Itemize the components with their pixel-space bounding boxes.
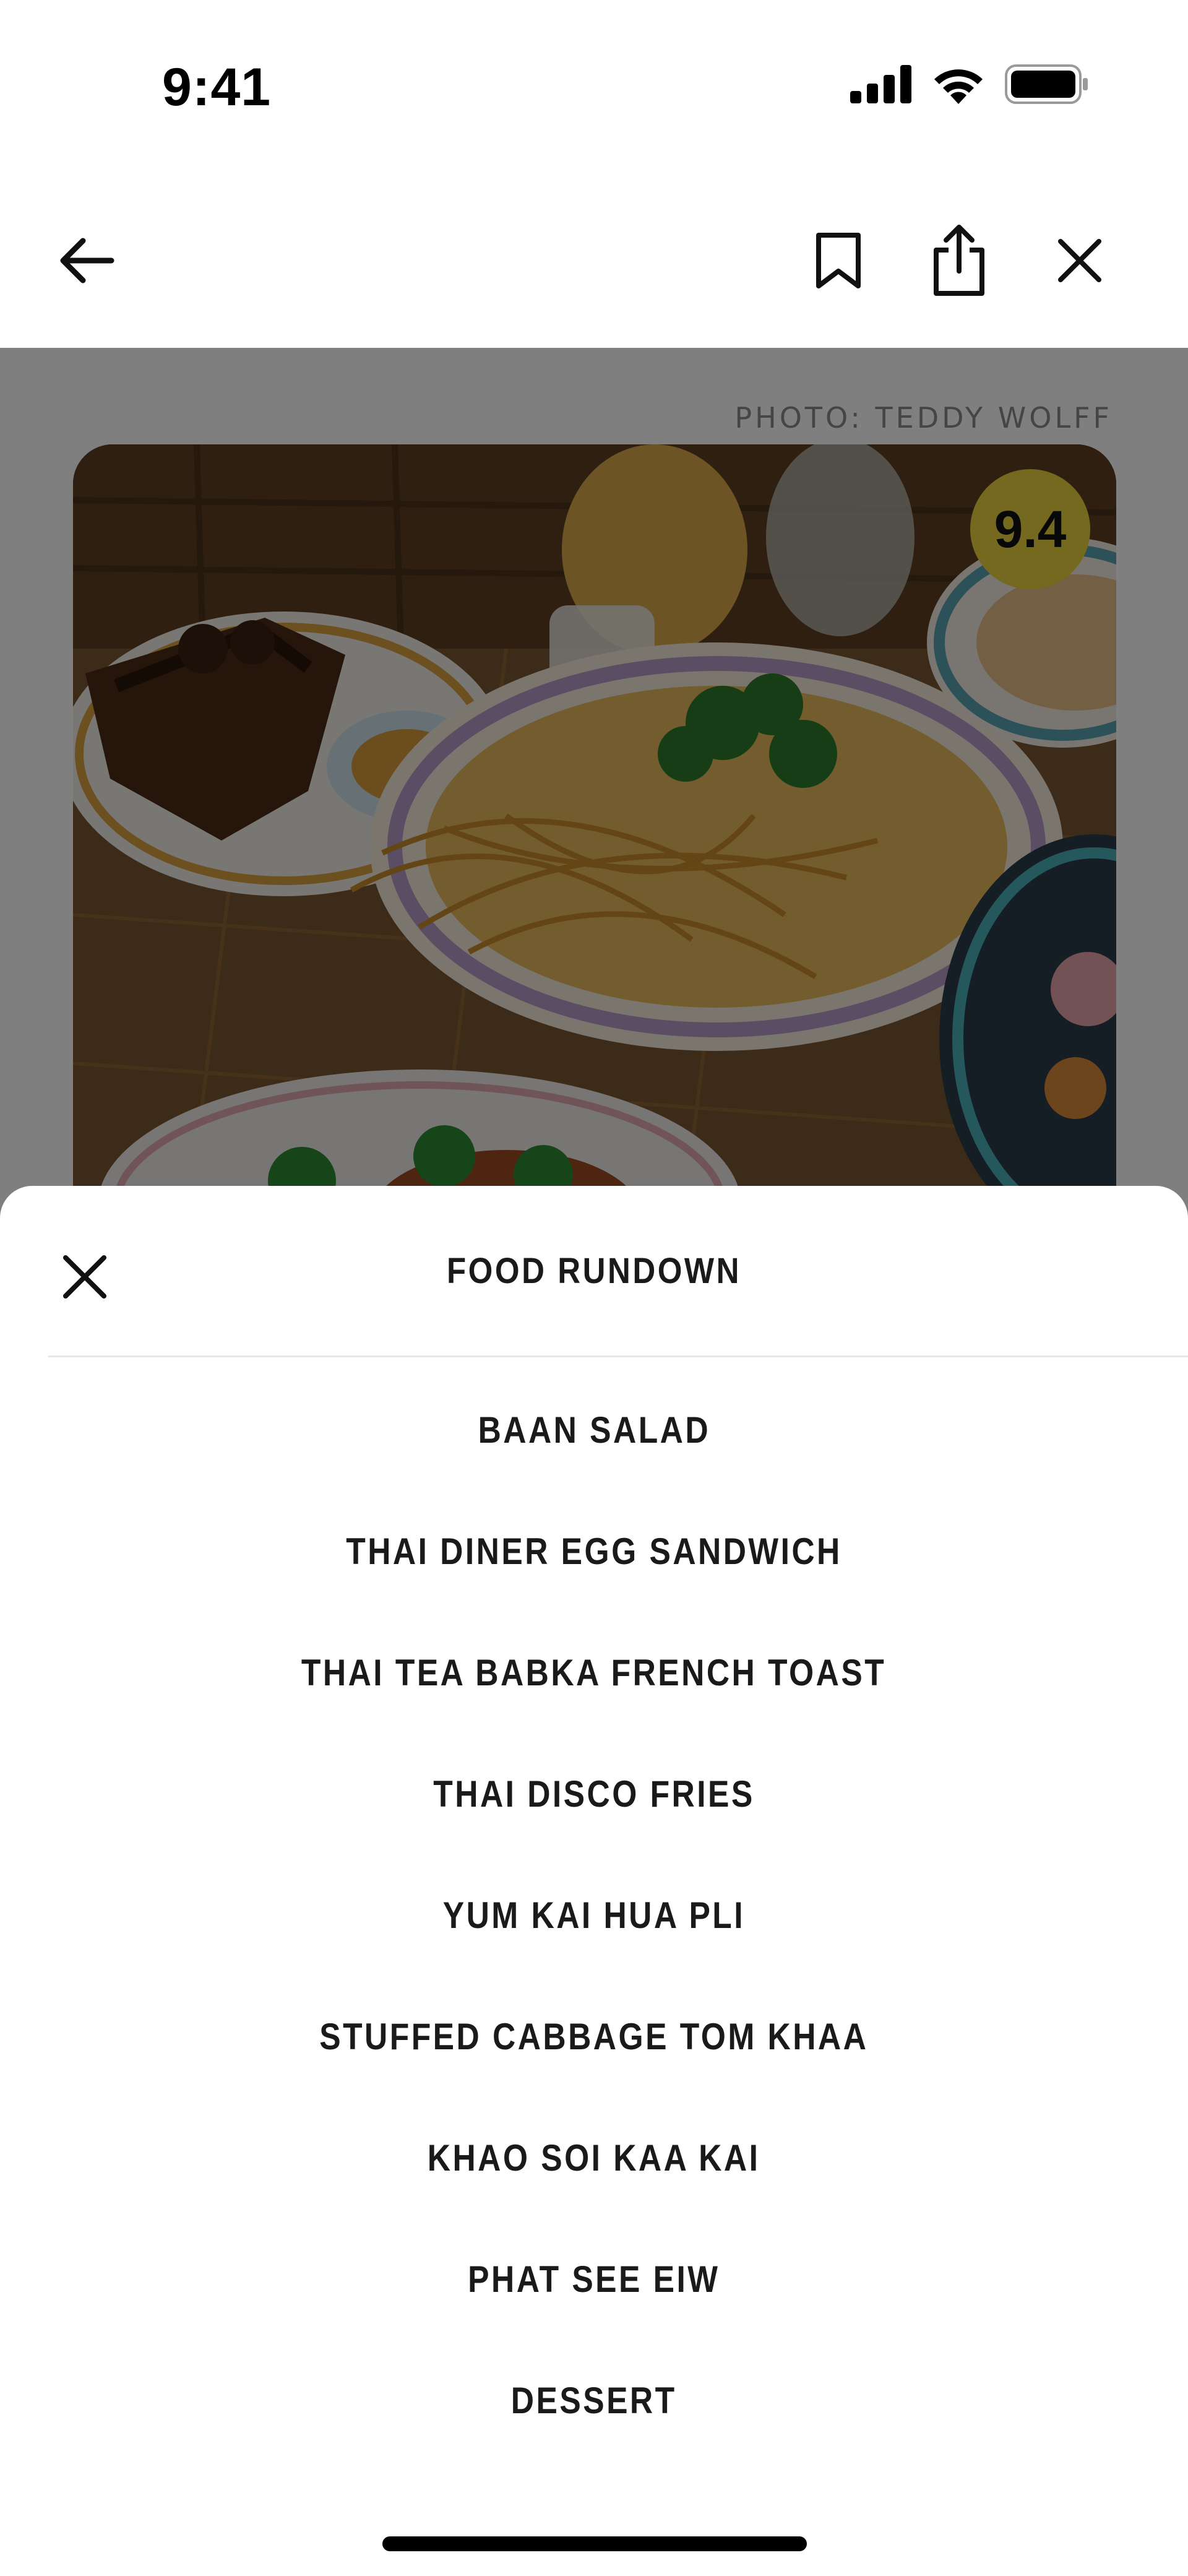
- close-button[interactable]: [1040, 173, 1120, 348]
- battery-icon: [1005, 64, 1089, 107]
- rundown-item-label: THAI DINER EGG SANDWICH: [346, 1530, 842, 1572]
- bookmark-button[interactable]: [798, 173, 879, 348]
- divider: [48, 1355, 1188, 1357]
- rundown-item-thai-diner-egg-sandwich[interactable]: THAI DINER EGG SANDWICH: [0, 1490, 1188, 1612]
- rundown-item-label: KHAO SOI KAA KAI: [428, 2137, 760, 2179]
- rundown-item-baan-salad[interactable]: BAAN SALAD: [0, 1369, 1188, 1490]
- rundown-item-khao-soi-kaa-kai[interactable]: KHAO SOI KAA KAI: [0, 2097, 1188, 2218]
- rundown-item-yum-kai-hua-pli[interactable]: YUM KAI HUA PLI: [0, 1854, 1188, 1976]
- top-nav-bar: [0, 173, 1188, 348]
- close-icon: [1058, 239, 1101, 282]
- share-button[interactable]: [916, 173, 1002, 348]
- sheet-header: FOOD RUNDOWN: [0, 1186, 1188, 1355]
- sheet-title: FOOD RUNDOWN: [446, 1251, 742, 1291]
- wifi-icon: [931, 64, 986, 107]
- rundown-item-stuffed-cabbage-tom-khaa[interactable]: STUFFED CABBAGE TOM KHAA: [0, 1976, 1188, 2097]
- arrow-left-icon: [60, 238, 114, 283]
- bookmark-icon: [816, 233, 861, 288]
- rundown-item-label: BAAN SALAD: [478, 1409, 710, 1451]
- status-bar: 9:41: [0, 0, 1188, 173]
- rundown-item-thai-disco-fries[interactable]: THAI DISCO FRIES: [0, 1733, 1188, 1854]
- rundown-item-label: DESSERT: [511, 2379, 677, 2421]
- cellular-signal-icon: [850, 65, 912, 106]
- share-icon: [934, 225, 984, 296]
- rundown-item-label: PHAT SEE EIW: [468, 2258, 720, 2300]
- rundown-item-label: THAI TEA BABKA FRENCH TOAST: [301, 1651, 887, 1693]
- rundown-item-dessert[interactable]: DESSERT: [0, 2340, 1188, 2461]
- status-icons: [850, 64, 1089, 107]
- back-button[interactable]: [43, 173, 130, 348]
- rundown-list: BAAN SALAD THAI DINER EGG SANDWICH THAI …: [0, 1369, 1188, 2461]
- food-rundown-sheet: FOOD RUNDOWN BAAN SALAD THAI DINER EGG S…: [0, 1186, 1188, 2576]
- modal-dim-overlay[interactable]: [0, 348, 1188, 1239]
- rundown-item-label: THAI DISCO FRIES: [433, 1773, 755, 1815]
- rundown-item-thai-tea-babka-french-toast[interactable]: THAI TEA BABKA FRENCH TOAST: [0, 1612, 1188, 1733]
- status-time: 9:41: [162, 58, 272, 117]
- rundown-item-phat-see-eiw[interactable]: PHAT SEE EIW: [0, 2218, 1188, 2340]
- home-indicator[interactable]: [382, 2536, 807, 2551]
- rundown-item-label: STUFFED CABBAGE TOM KHAA: [319, 2015, 869, 2057]
- rundown-item-label: YUM KAI HUA PLI: [442, 1894, 746, 1936]
